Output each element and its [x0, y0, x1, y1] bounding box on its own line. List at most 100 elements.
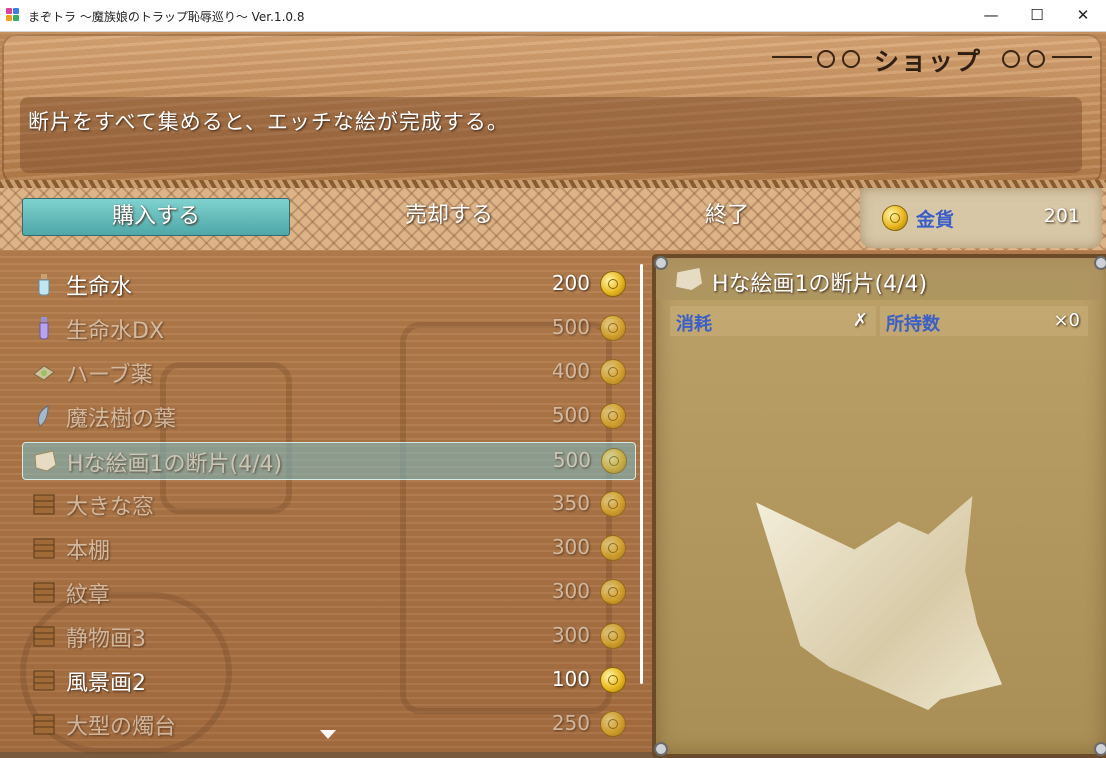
owned-label: 所持数 — [886, 314, 940, 335]
scroll-down-arrow-icon[interactable] — [320, 730, 336, 739]
gold-window: 金貨 201 — [860, 188, 1102, 248]
gold-coin-icon — [882, 205, 908, 231]
furniture-icon — [33, 538, 55, 559]
bolt-icon — [1094, 256, 1106, 270]
owned-stat: 所持数 ×0 — [880, 306, 1088, 336]
gold-coin-icon — [600, 491, 626, 517]
list-item[interactable]: 本棚 300 — [22, 530, 634, 566]
list-scrollbar[interactable] — [640, 264, 643, 684]
paper-fragment-image — [756, 496, 1002, 710]
detail-title: Hな絵画1の断片(4/4) — [712, 272, 928, 297]
close-icon: ✕ — [1076, 6, 1090, 24]
list-item[interactable]: 生命水 200 — [22, 266, 634, 302]
command-bar: 購入する 売却する 終了 金貨 201 — [0, 188, 1106, 250]
item-name: 紋章 — [66, 583, 111, 608]
maximize-icon: ☐ — [1030, 6, 1044, 24]
item-price: 300 — [551, 535, 590, 559]
header-board: ショップ 断片をすべて集めると、エッチな絵が完成する。 — [2, 34, 1102, 184]
item-name: Hな絵画1の断片(4/4) — [67, 452, 283, 477]
minimize-icon: — — [983, 6, 999, 24]
shop-title: ショップ — [873, 47, 982, 76]
ornament-right-swirl — [1002, 50, 1020, 68]
help-text: 断片をすべて集めると、エッチな絵が完成する。 — [28, 110, 509, 134]
gold-coin-icon — [600, 315, 626, 341]
leaf-icon — [37, 405, 49, 427]
gold-coin-icon — [600, 667, 626, 693]
consume-stat: 消耗 ✗ — [670, 306, 876, 336]
list-item[interactable]: 風景画2 100 — [22, 662, 634, 698]
consume-label: 消耗 — [676, 314, 712, 335]
item-price: 350 — [551, 491, 590, 515]
minimize-button[interactable]: — — [968, 0, 1014, 31]
item-price: 500 — [551, 315, 590, 339]
bolt-icon — [654, 742, 668, 756]
exit-command[interactable]: 終了 — [594, 198, 860, 234]
gold-coin-icon — [600, 359, 626, 385]
list-item[interactable]: 紋章 300 — [22, 574, 634, 610]
gold-value: 201 — [1043, 205, 1080, 227]
item-name: 生命水DX — [66, 319, 165, 344]
potion-purple-icon — [39, 317, 49, 340]
game-screen: ショップ 断片をすべて集めると、エッチな絵が完成する。 購入する 売却する 終了… — [0, 32, 1106, 758]
app-icon — [6, 8, 20, 22]
window-titlebar: まぞトラ ～魔族娘のトラップ恥辱巡り～ Ver.1.0.8 — ☐ ✕ — [0, 0, 1106, 32]
item-list: 生命水 200 生命水DX 500 ハーブ薬 400 魔法樹の葉 500 Hな絵… — [0, 262, 650, 752]
help-window: 断片をすべて集めると、エッチな絵が完成する。 — [20, 97, 1082, 173]
list-item[interactable]: 静物画3 300 — [22, 618, 634, 654]
gold-coin-icon — [600, 579, 626, 605]
gold-coin-icon — [600, 271, 626, 297]
item-price: 200 — [551, 271, 590, 295]
item-detail-panel: Hな絵画1の断片(4/4) 消耗 ✗ 所持数 ×0 — [652, 254, 1106, 758]
item-name: 大型の燭台 — [66, 715, 177, 740]
ornament-left-swirl — [817, 50, 835, 68]
bolt-icon — [1094, 742, 1106, 756]
list-item[interactable]: 大きな窓 350 — [22, 486, 634, 522]
item-name: 本棚 — [66, 539, 111, 564]
list-item[interactable]: 魔法樹の葉 500 — [22, 398, 634, 434]
item-price: 500 — [551, 403, 590, 427]
ornament-left — [772, 56, 812, 58]
furniture-icon — [33, 626, 55, 647]
gold-coin-icon — [600, 403, 626, 429]
item-price: 300 — [551, 579, 590, 603]
item-name: 大きな窓 — [66, 495, 155, 520]
furniture-icon — [33, 494, 55, 515]
ornament-right-swirl-2 — [1027, 50, 1045, 68]
item-name: 生命水 — [66, 275, 133, 300]
rope-divider — [0, 180, 1106, 188]
close-button[interactable]: ✕ — [1060, 0, 1106, 31]
furniture-icon — [33, 670, 55, 691]
list-item[interactable]: 生命水DX 500 — [22, 310, 634, 346]
paper-fragment-icon — [34, 450, 57, 472]
item-name: 静物画3 — [66, 627, 146, 652]
gold-coin-icon — [600, 711, 626, 737]
item-price: 100 — [551, 667, 590, 691]
potion-bottle-icon — [38, 274, 50, 296]
herb-medicine-icon — [33, 365, 55, 381]
furniture-icon — [33, 714, 55, 735]
bolt-icon — [654, 256, 668, 270]
list-item-selected[interactable]: Hな絵画1の断片(4/4) 500 — [22, 442, 636, 480]
gold-coin-icon — [601, 448, 627, 474]
gold-coin-icon — [600, 623, 626, 649]
owned-value: ×0 — [1053, 310, 1080, 331]
item-price: 500 — [552, 448, 591, 472]
detail-header: Hな絵画1の断片(4/4) — [656, 258, 1102, 300]
maximize-button[interactable]: ☐ — [1014, 0, 1060, 31]
buy-command[interactable]: 購入する — [22, 198, 290, 236]
item-price: 250 — [551, 711, 590, 735]
paper-fragment-icon — [676, 268, 702, 290]
window-title: まぞトラ ～魔族娘のトラップ恥辱巡り～ Ver.1.0.8 — [28, 10, 305, 24]
consume-value: ✗ — [852, 310, 868, 331]
item-name: ハーブ薬 — [66, 363, 153, 388]
gold-coin-icon — [600, 535, 626, 561]
furniture-icon — [33, 582, 55, 603]
ornament-left-swirl-2 — [842, 50, 860, 68]
item-price: 300 — [551, 623, 590, 647]
gold-label: 金貨 — [916, 209, 955, 231]
item-name: 風景画2 — [66, 671, 146, 696]
list-item[interactable]: ハーブ薬 400 — [22, 354, 634, 390]
ornament-right — [1052, 56, 1092, 58]
item-name: 魔法樹の葉 — [66, 407, 177, 432]
sell-command[interactable]: 売却する — [316, 198, 582, 234]
